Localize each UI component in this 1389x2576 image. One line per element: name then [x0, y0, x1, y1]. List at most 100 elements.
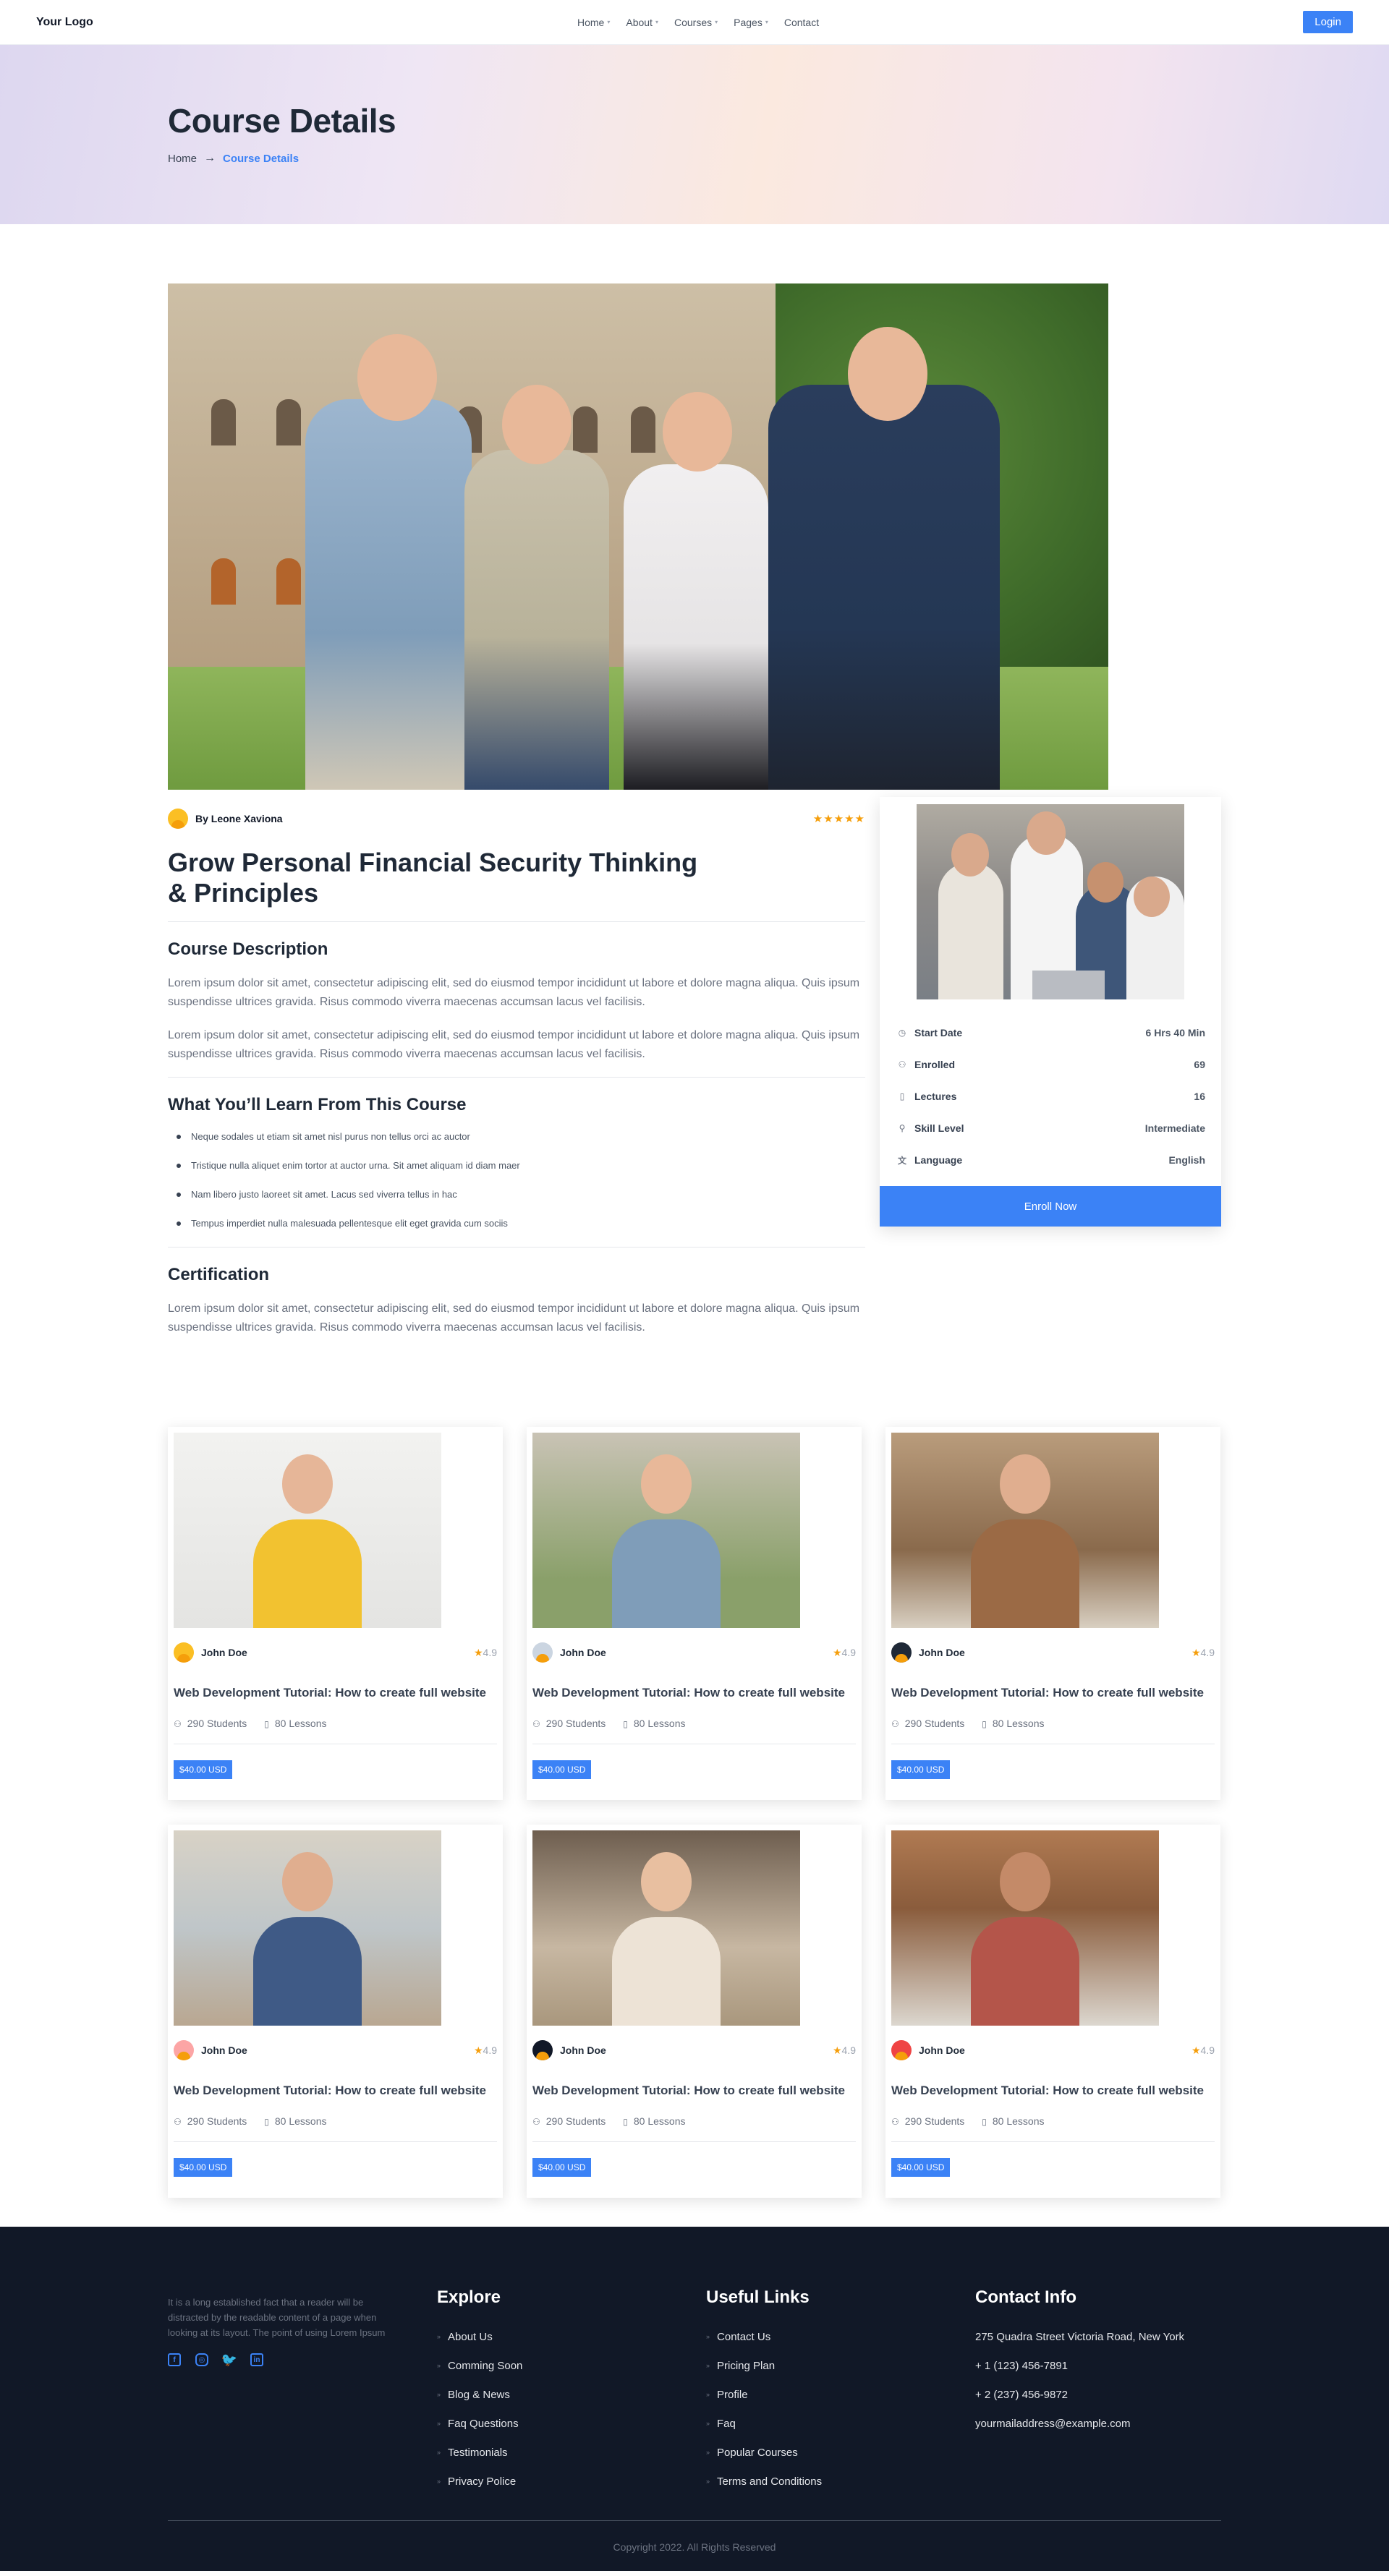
- page-title: Course Details: [168, 102, 396, 140]
- footer-explore: Explore » About Us » Comming Soon » Blog & …: [437, 2287, 706, 2496]
- info-value: 16: [1194, 1091, 1205, 1102]
- nav-item-about[interactable]: About ▾: [626, 17, 658, 28]
- card-title[interactable]: Web Development Tutorial: How to create …: [891, 1686, 1215, 1700]
- divider: [891, 2141, 1215, 2142]
- card-lessons-label: 80 Lessons: [633, 2115, 686, 2127]
- footer-link[interactable]: » Profile: [706, 2380, 975, 2409]
- student-head: [848, 327, 927, 421]
- price-badge[interactable]: $40.00 USD: [174, 1760, 233, 1779]
- price-badge[interactable]: $40.00 USD: [174, 2158, 233, 2177]
- card-students: ⚇ 290 Students: [532, 2115, 606, 2127]
- card-students: ⚇ 290 Students: [891, 1718, 964, 1729]
- card-students: ⚇ 290 Students: [891, 2115, 964, 2127]
- enroll-now-button[interactable]: Enroll Now: [880, 1186, 1221, 1227]
- footer-link[interactable]: » Blog & News: [437, 2380, 706, 2409]
- info-value: Intermediate: [1144, 1122, 1205, 1134]
- footer-link-label: Popular Courses: [717, 2446, 798, 2459]
- card-title[interactable]: Web Development Tutorial: How to create …: [174, 2084, 497, 2098]
- card-author-row: John Doe ★4.9: [532, 2040, 856, 2060]
- card-author[interactable]: John Doe: [891, 1642, 965, 1663]
- linkedin-icon[interactable]: in: [250, 2353, 263, 2366]
- users-icon: ⚇: [898, 1059, 906, 1070]
- info-label: Start Date: [914, 1027, 963, 1038]
- course-card[interactable]: John Doe ★4.9 Web Development Tutorial: Ho…: [885, 1427, 1220, 1800]
- nav-item-home[interactable]: Home ▾: [577, 17, 610, 28]
- users-icon: ⚇: [891, 2117, 899, 2127]
- card-title[interactable]: Web Development Tutorial: How to create …: [532, 2084, 856, 2098]
- author[interactable]: By Leone Xaviona: [168, 809, 283, 829]
- footer-link[interactable]: » Pricing Plan: [706, 2351, 975, 2380]
- student-figure: [253, 1917, 362, 2026]
- social-links: f ◎ 🐦 in: [168, 2353, 437, 2367]
- top-nav: Your Logo Home ▾ About ▾ Courses ▾ Pages ▾ C…: [0, 0, 1389, 45]
- info-value: 6 Hrs 40 Min: [1145, 1027, 1205, 1038]
- footer-link[interactable]: » Faq: [706, 2409, 975, 2438]
- course-card[interactable]: John Doe ★4.9 Web Development Tutorial: Ho…: [168, 1427, 503, 1800]
- footer-link[interactable]: » Terms and Conditions: [706, 2467, 975, 2496]
- card-meta: ⚇ 290 Students ▯ 80 Lessons: [174, 1718, 497, 1729]
- footer-link[interactable]: » Contact Us: [706, 2322, 975, 2351]
- level-icon: ⚲: [899, 1123, 906, 1133]
- users-icon: ⚇: [891, 1719, 899, 1729]
- twitter-icon[interactable]: 🐦: [221, 2353, 237, 2367]
- price-badge[interactable]: $40.00 USD: [532, 1760, 592, 1779]
- info-row-enrolled: ⚇ Enrolled 69: [897, 1049, 1205, 1080]
- breadcrumb-home[interactable]: Home: [168, 153, 197, 165]
- footer-link[interactable]: » Privacy Police: [437, 2467, 706, 2496]
- window-shape: [211, 558, 236, 605]
- double-chevron-icon: »: [437, 2333, 441, 2340]
- info-label: Lectures: [914, 1091, 957, 1102]
- instagram-icon[interactable]: ◎: [195, 2353, 208, 2366]
- avatar: [532, 1642, 553, 1663]
- main-menu: Home ▾ About ▾ Courses ▾ Pages ▾ Contact: [577, 17, 819, 28]
- login-button[interactable]: Login: [1303, 11, 1353, 33]
- footer-link[interactable]: » Testimonials: [437, 2438, 706, 2467]
- card-lessons: ▯ 80 Lessons: [264, 1718, 326, 1729]
- card-lessons: ▯ 80 Lessons: [623, 2115, 685, 2127]
- footer-link[interactable]: » Popular Courses: [706, 2438, 975, 2467]
- card-lessons: ▯ 80 Lessons: [982, 1718, 1044, 1729]
- card-meta: ⚇ 290 Students ▯ 80 Lessons: [532, 1718, 856, 1729]
- card-title[interactable]: Web Development Tutorial: How to create …: [174, 1686, 497, 1700]
- footer-divider: [168, 2520, 1221, 2521]
- course-card[interactable]: John Doe ★4.9 Web Development Tutorial: Ho…: [527, 1825, 862, 2198]
- card-author[interactable]: John Doe: [532, 1642, 606, 1663]
- course-card[interactable]: John Doe ★4.9 Web Development Tutorial: Ho…: [527, 1427, 862, 1800]
- student-figure: [624, 464, 768, 790]
- course-card[interactable]: John Doe ★4.9 Web Development Tutorial: Ho…: [168, 1825, 503, 2198]
- footer-link-label: Profile: [717, 2388, 748, 2401]
- student-head: [282, 1454, 333, 1514]
- contact-email[interactable]: yourmailaddress@example.com: [975, 2409, 1221, 2438]
- footer-link[interactable]: » Comming Soon: [437, 2351, 706, 2380]
- star-icon: ★: [832, 1646, 842, 1658]
- contact-phone[interactable]: + 2 (237) 456-9872: [975, 2380, 1221, 2409]
- users-icon: ⚇: [174, 1719, 182, 1729]
- card-author[interactable]: John Doe: [174, 2040, 247, 2060]
- card-author[interactable]: John Doe: [532, 2040, 606, 2060]
- footer-heading: Useful Links: [706, 2287, 810, 2307]
- course-card[interactable]: John Doe ★4.9 Web Development Tutorial: Ho…: [885, 1825, 1220, 2198]
- nav-item-pages[interactable]: Pages ▾: [734, 17, 768, 28]
- student-head: [502, 385, 572, 464]
- card-rating-value: 4.9: [841, 2044, 856, 2056]
- footer-link[interactable]: » About Us: [437, 2322, 706, 2351]
- nav-item-courses[interactable]: Courses ▾: [674, 17, 718, 28]
- student-figure: [464, 450, 609, 790]
- price-badge[interactable]: $40.00 USD: [891, 2158, 951, 2177]
- nav-item-contact[interactable]: Contact: [784, 17, 819, 28]
- footer-link[interactable]: » Faq Questions: [437, 2409, 706, 2438]
- contact-phone[interactable]: + 1 (123) 456-7891: [975, 2351, 1221, 2380]
- card-author[interactable]: John Doe: [174, 1642, 247, 1663]
- price-badge[interactable]: $40.00 USD: [891, 1760, 951, 1779]
- price-badge[interactable]: $40.00 USD: [532, 2158, 592, 2177]
- student-figure: [938, 862, 1003, 999]
- users-icon: ⚇: [174, 2117, 182, 2127]
- card-students-label: 290 Students: [187, 1718, 247, 1729]
- info-row-language: 文 Language English: [897, 1144, 1205, 1176]
- course-thumbnail: [917, 804, 1184, 999]
- card-title[interactable]: Web Development Tutorial: How to create …: [532, 1686, 856, 1700]
- logo[interactable]: Your Logo: [36, 16, 93, 29]
- card-author[interactable]: John Doe: [891, 2040, 965, 2060]
- card-title[interactable]: Web Development Tutorial: How to create …: [891, 2084, 1215, 2098]
- facebook-icon[interactable]: f: [168, 2353, 181, 2366]
